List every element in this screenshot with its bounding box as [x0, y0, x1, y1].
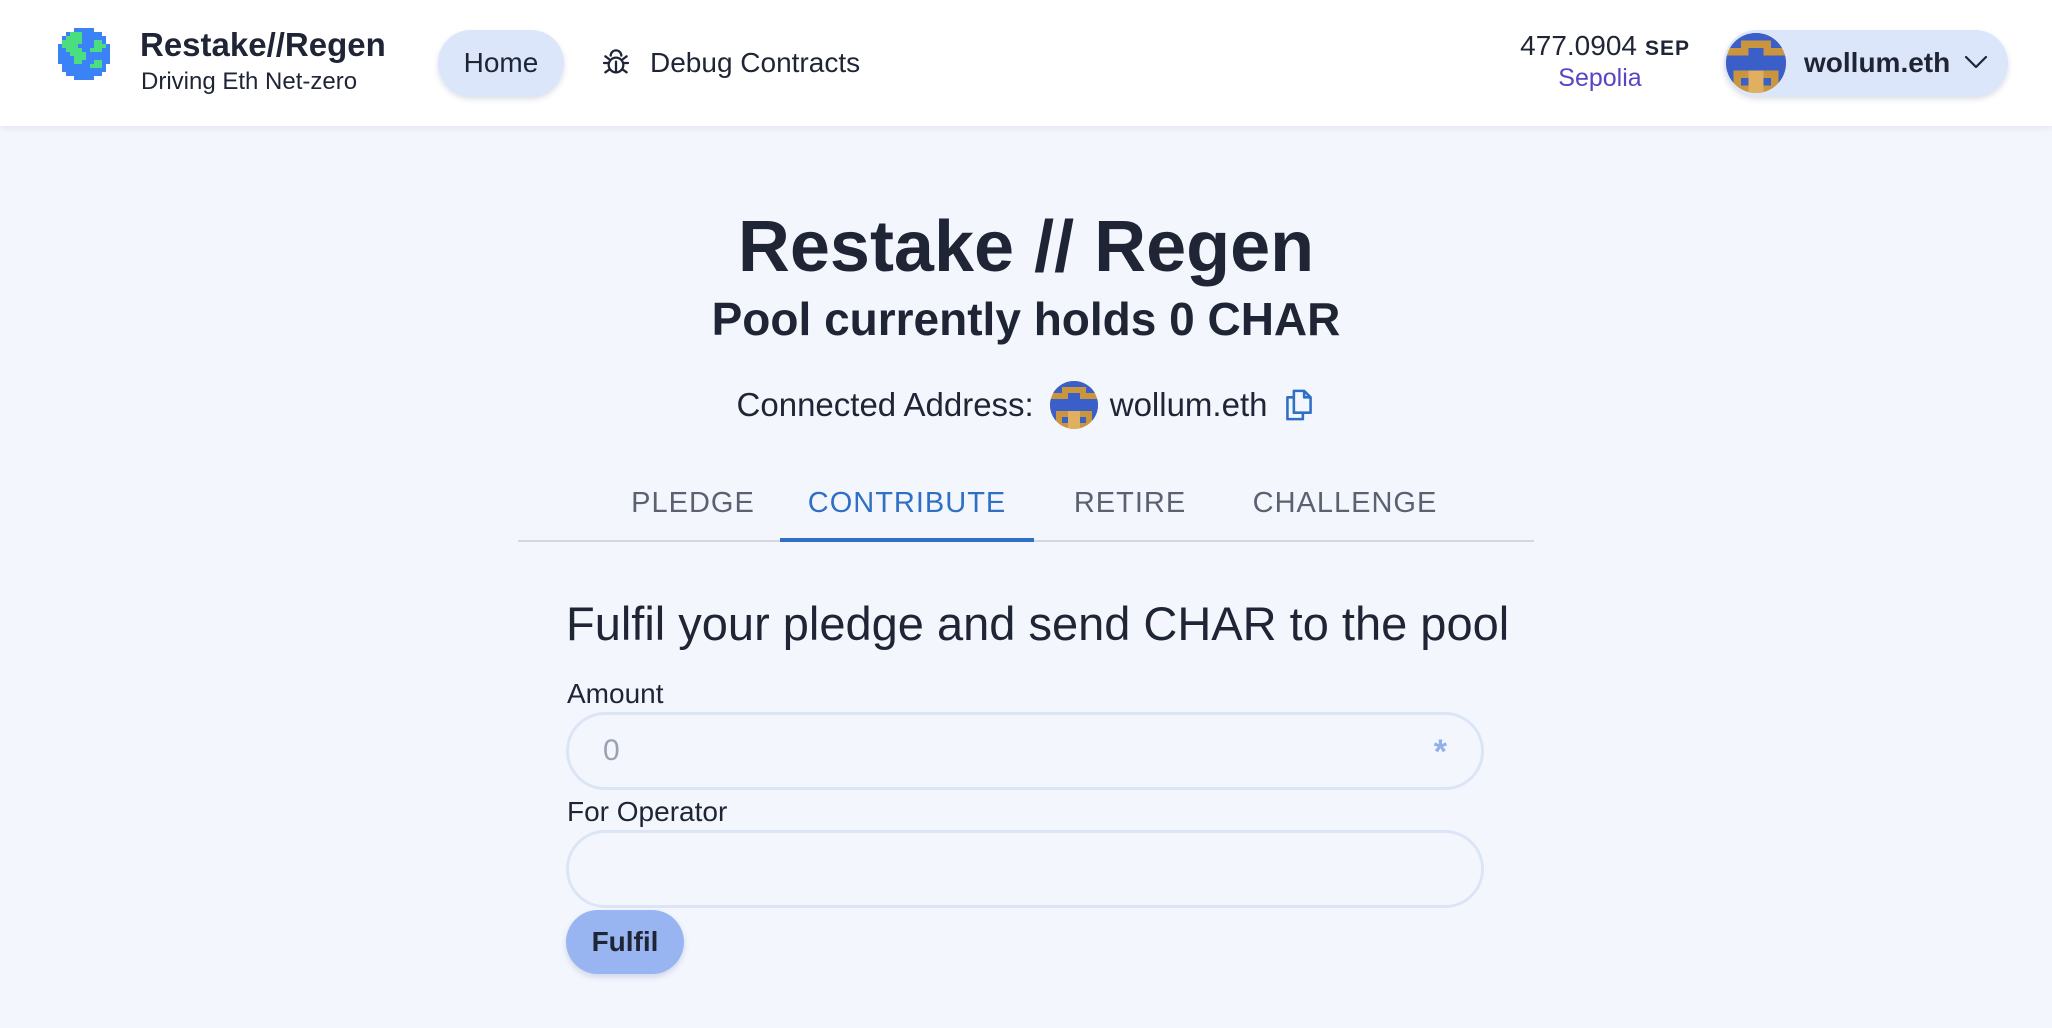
tab-pledge[interactable]: PLEDGE	[616, 466, 770, 540]
amount-multiplier-button[interactable]: *	[1434, 733, 1447, 772]
connected-address: Connected Address: wollum.eth	[0, 380, 2052, 430]
globe-icon[interactable]	[58, 28, 110, 80]
brand-title[interactable]: Restake//Regen	[140, 26, 386, 64]
form-heading: Fulfil your pledge and send CHAR to the …	[566, 597, 1510, 650]
copy-icon[interactable]	[1283, 387, 1315, 423]
connected-address-name[interactable]: wollum.eth	[1110, 386, 1268, 424]
amount-label: Amount	[567, 678, 664, 709]
amount-input[interactable]	[603, 715, 1423, 787]
operator-field	[566, 830, 1484, 908]
avatar	[1726, 33, 1786, 93]
account-name: wollum.eth	[1804, 47, 1951, 78]
nav-debug-contracts-link[interactable]: Debug Contracts	[600, 30, 860, 96]
active-tab-indicator	[780, 538, 1034, 542]
balance-amount: 477.0904	[1520, 30, 1637, 61]
pool-status: Pool currently holds 0 CHAR	[711, 293, 1341, 345]
operator-input[interactable]	[603, 833, 1423, 905]
connected-address-label: Connected Address:	[736, 386, 1034, 423]
nav-home-button[interactable]: Home	[438, 30, 564, 96]
nav-debug-label: Debug Contracts	[650, 47, 861, 78]
page-title: Restake // Regen	[737, 207, 1315, 287]
action-tabs: PLEDGE CONTRIBUTE RETIRE CHALLENGE	[518, 466, 1534, 542]
avatar	[1049, 381, 1098, 429]
chevron-down-icon	[1964, 55, 1988, 69]
bug-icon	[602, 49, 630, 74]
tab-contribute[interactable]: CONTRIBUTE	[780, 466, 1034, 540]
top-navbar: Restake//Regen Driving Eth Net-zero Home…	[0, 0, 2052, 126]
fulfil-button[interactable]: Fulfil	[566, 910, 684, 974]
brand-subtitle: Driving Eth Net-zero	[141, 68, 358, 95]
amount-field: *	[566, 712, 1484, 790]
operator-label: For Operator	[567, 796, 728, 827]
wallet-balance[interactable]: 477.0904 SEP	[1520, 30, 1690, 62]
account-menu-button[interactable]: wollum.eth	[1724, 30, 2008, 96]
network-name: Sepolia	[1558, 64, 1642, 92]
tab-retire[interactable]: RETIRE	[1050, 466, 1210, 540]
balance-unit: SEP	[1644, 37, 1690, 60]
tab-challenge[interactable]: CHALLENGE	[1238, 466, 1452, 540]
